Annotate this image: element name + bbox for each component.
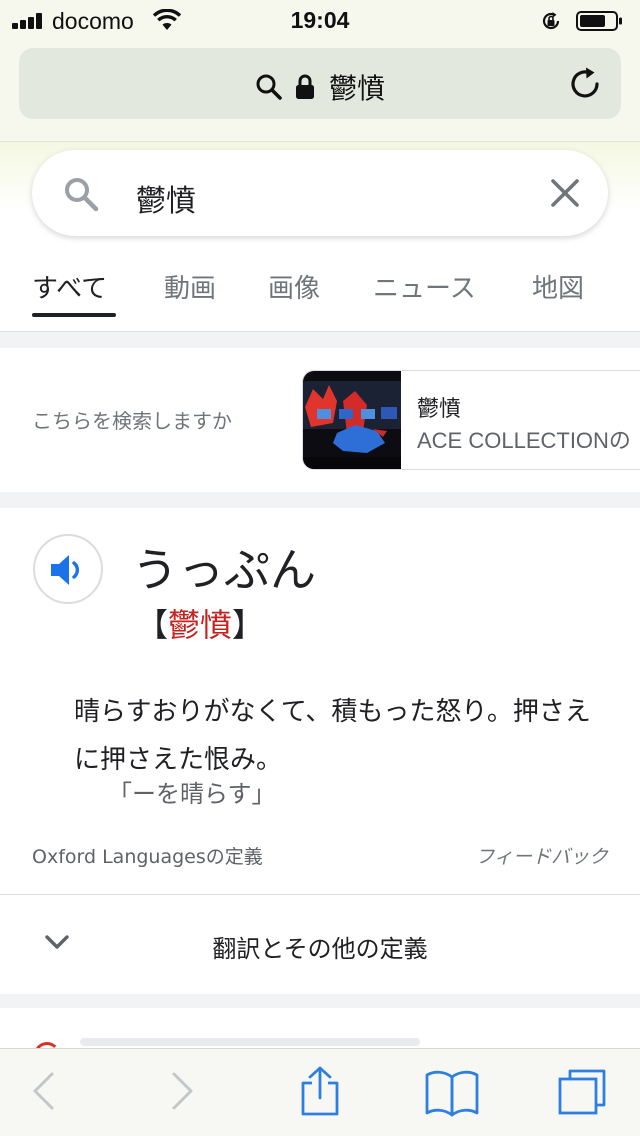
suggestion-title: 鬱憤	[417, 397, 462, 422]
suggestion-label: こちらを検索しますか	[32, 409, 232, 433]
tab-news[interactable]: ニュース	[373, 268, 476, 305]
suggestion-subtitle: ACE COLLECTIONの	[417, 428, 631, 453]
bracket-close: 】	[232, 606, 265, 644]
usage-example: 「ーを晴らす」	[108, 780, 276, 808]
orientation-lock-icon	[542, 12, 560, 30]
tab-maps[interactable]: 地図	[532, 268, 584, 305]
bookmarks-icon[interactable]	[424, 1069, 480, 1117]
tab-videos[interactable]: 動画	[164, 268, 216, 305]
result-title-partial	[80, 1038, 420, 1046]
pronunciation-button[interactable]	[33, 534, 103, 604]
back-icon[interactable]	[30, 1071, 56, 1111]
search-icon[interactable]	[62, 175, 100, 213]
google-search-header: 鬱憤 すべて 動画 画像 ニュース 地図	[0, 142, 640, 332]
definition-source: Oxford Languagesの定義	[32, 846, 263, 868]
search-icon	[256, 74, 282, 100]
safari-toolbar	[0, 1048, 640, 1136]
speaker-icon	[51, 555, 79, 585]
active-tab-indicator	[32, 313, 116, 317]
definition-text: 晴らすおりがなくて、積もった怒り。押さえに押さえた恨み。	[74, 697, 591, 775]
word-reading: うっぷん	[132, 543, 316, 597]
tab-images[interactable]: 画像	[268, 268, 320, 305]
feedback-link[interactable]: フィードバック	[475, 842, 608, 869]
album-thumbnail	[303, 371, 401, 469]
search-box[interactable]: 鬱憤	[32, 150, 608, 236]
safari-address-area: 鬱憤	[0, 40, 640, 142]
address-bar[interactable]: 鬱憤	[19, 48, 621, 119]
dictionary-card: うっぷん 【鬱憤】 晴らすおりがなくて、積もった怒り。押さえに押さえた恨み。 「…	[0, 508, 640, 994]
forward-icon[interactable]	[170, 1071, 196, 1111]
share-icon[interactable]	[298, 1065, 342, 1117]
tab-all[interactable]: すべて	[32, 268, 107, 305]
more-definitions-button[interactable]: 翻訳とその他の定義	[0, 895, 640, 994]
tabs-icon[interactable]	[556, 1067, 608, 1117]
kanji-text: 鬱憤	[168, 606, 233, 644]
reload-icon[interactable]	[567, 66, 603, 102]
lock-icon	[295, 74, 314, 99]
status-bar: docomo 19:04	[0, 0, 640, 40]
next-result-card	[0, 1008, 640, 1068]
word-kanji: 【鬱憤】	[136, 600, 264, 646]
close-icon[interactable]	[548, 176, 582, 210]
search-tabs: すべて 動画 画像 ニュース 地図	[0, 260, 640, 332]
search-input[interactable]: 鬱憤	[136, 176, 196, 220]
battery-icon	[576, 11, 622, 31]
bracket-open: 【	[136, 606, 169, 644]
more-definitions-label: 翻訳とその他の定義	[212, 935, 428, 963]
suggestion-chip[interactable]: 鬱憤 ACE COLLECTIONの	[302, 370, 640, 470]
suggestion-card: こちらを検索しますか 鬱憤 ACE COLLECTIONの	[0, 348, 640, 492]
address-text: 鬱憤	[329, 72, 386, 105]
